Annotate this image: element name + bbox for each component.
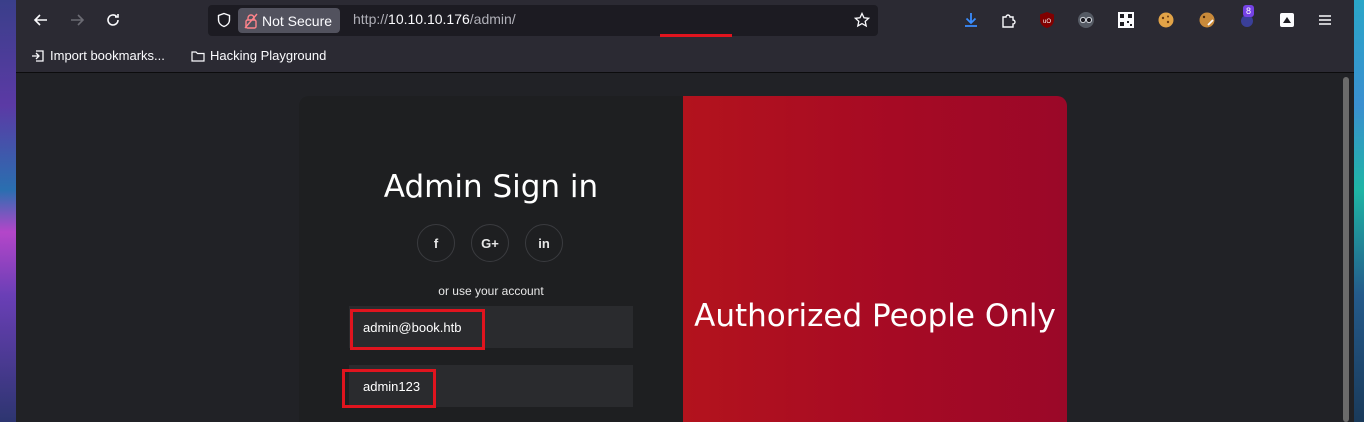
puzzle-piece-icon <box>1002 14 1016 28</box>
bookmark-import-label: Import bookmarks... <box>50 48 165 63</box>
cookie-editor-icon <box>1199 12 1215 28</box>
url-path-annotation-underline <box>660 34 732 37</box>
url-path: /admin/ <box>469 11 516 27</box>
menu-button[interactable] <box>1316 11 1334 29</box>
svg-text:uO: uO <box>1043 19 1051 25</box>
google-plus-icon: G+ <box>481 235 499 251</box>
cookie-icon <box>1158 12 1174 28</box>
sign-in-panel: Admin Sign in f G+ in or use your accoun… <box>299 96 683 422</box>
proxy-switch-icon <box>1280 13 1294 27</box>
extensions-button[interactable] <box>1000 11 1018 29</box>
overlay-heading: Authorized People Only <box>694 298 1056 334</box>
address-bar[interactable]: Not Secure http://10.10.10.176/admin/ <box>208 5 878 37</box>
user-agent-extension-button[interactable] <box>1077 11 1095 29</box>
extension-notification-badge: 8 <box>1243 5 1255 17</box>
overlay-panel: Authorized People Only <box>683 96 1067 422</box>
reload-icon <box>107 14 119 26</box>
facebook-button[interactable]: f <box>417 224 455 262</box>
site-security-indicator[interactable]: Not Secure <box>238 8 341 33</box>
ublock-origin-icon: uO <box>1040 12 1054 28</box>
forward-arrow-icon <box>71 14 85 26</box>
bookmarks-toolbar: Import bookmarks... Hacking Playground <box>16 40 1354 73</box>
scrollbar-thumb[interactable] <box>1343 77 1349 422</box>
bookmark-folder-hacking-playground[interactable]: Hacking Playground <box>191 48 326 63</box>
url-scheme: http:// <box>353 11 389 27</box>
desktop-wallpaper-right <box>1354 0 1364 422</box>
desktop-wallpaper-left <box>0 0 16 422</box>
url-text[interactable]: http://10.10.10.176/admin/ <box>353 11 516 27</box>
reload-button[interactable] <box>101 8 125 32</box>
bookmark-star-icon[interactable] <box>854 12 870 28</box>
insecure-lock-icon <box>244 13 258 29</box>
forward-button[interactable] <box>65 8 89 32</box>
alternate-sign-in-text: or use your account <box>438 284 544 298</box>
cookie-editor-extension-button[interactable] <box>1198 11 1216 29</box>
bookmark-import[interactable]: Import bookmarks... <box>31 48 165 63</box>
password-field[interactable] <box>349 365 633 407</box>
linkedin-button[interactable]: in <box>525 224 563 262</box>
downloads-button[interactable] <box>962 11 980 29</box>
page-viewport: Admin Sign in f G+ in or use your accoun… <box>16 73 1338 422</box>
email-input[interactable] <box>349 306 633 348</box>
browser-toolbar: Not Secure http://10.10.10.176/admin/ uO <box>16 0 1354 40</box>
hamburger-menu-icon <box>1319 15 1331 25</box>
email-field[interactable] <box>349 306 633 348</box>
download-icon <box>965 13 977 27</box>
google-plus-button[interactable]: G+ <box>471 224 509 262</box>
page-scrollbar[interactable] <box>1338 73 1354 422</box>
linkedin-icon: in <box>538 235 550 251</box>
folder-icon <box>191 50 205 62</box>
qr-code-extension-button[interactable] <box>1117 11 1135 29</box>
spy-glasses-icon <box>1078 12 1094 28</box>
import-icon <box>32 49 44 62</box>
qr-code-icon <box>1118 12 1134 28</box>
proxy-extension-button[interactable] <box>1278 11 1296 29</box>
cookie-extension-button[interactable] <box>1157 11 1175 29</box>
password-input[interactable] <box>349 365 633 407</box>
browser-window: Not Secure http://10.10.10.176/admin/ uO <box>16 0 1354 422</box>
back-button[interactable] <box>29 8 53 32</box>
ublock-extension-button[interactable]: uO <box>1038 11 1056 29</box>
bookmark-folder-label: Hacking Playground <box>210 48 327 63</box>
tracking-protection-shield-icon[interactable] <box>216 12 232 28</box>
url-host: 10.10.10.176 <box>388 11 470 27</box>
page-title: Admin Sign in <box>383 169 599 205</box>
not-secure-label: Not Secure <box>262 12 333 29</box>
back-arrow-icon <box>33 14 47 26</box>
facebook-icon: f <box>433 235 439 251</box>
